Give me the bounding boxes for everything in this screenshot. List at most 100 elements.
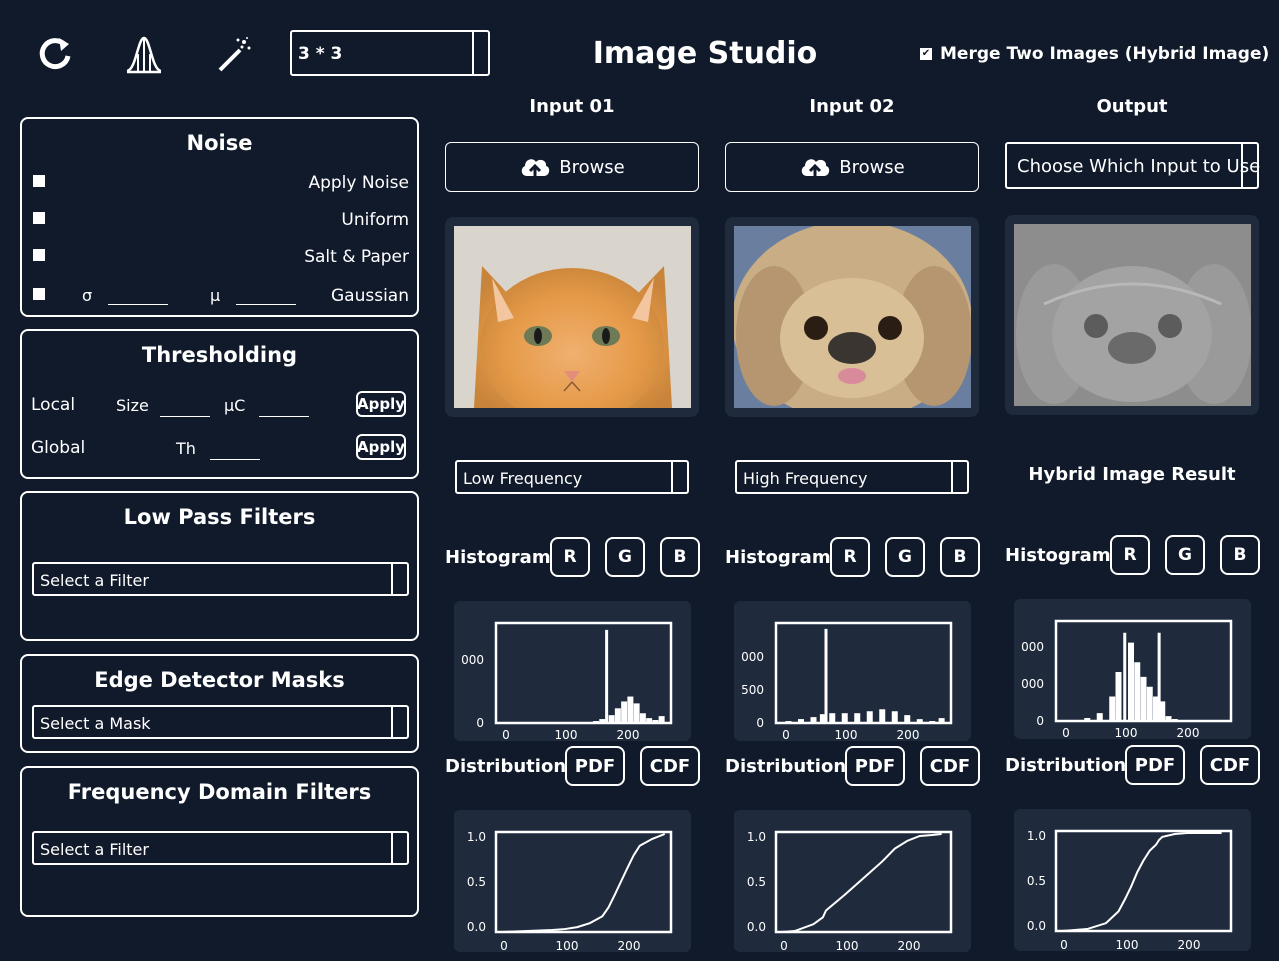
gaussian-checkbox[interactable] xyxy=(33,288,45,300)
y-tick-label: 0.0 xyxy=(747,920,766,934)
hybrid-result-label: Hybrid Image Result xyxy=(1028,464,1236,485)
freq-domain-title: Frequency Domain Filters xyxy=(67,780,372,804)
global-label: Global xyxy=(31,438,86,458)
edge-detector-title: Edge Detector Masks xyxy=(94,668,345,692)
y-tick-label: 0 xyxy=(756,716,764,730)
output-r-button[interactable]: R xyxy=(1110,535,1150,575)
input1-cdf-button[interactable]: CDF xyxy=(640,746,700,786)
local-label: Local xyxy=(31,395,76,415)
select-divider xyxy=(391,564,393,594)
x-tick-label: 0 xyxy=(780,939,788,952)
y-tick-label: 1.0 xyxy=(467,830,486,844)
local-apply-button[interactable]: Apply xyxy=(356,391,406,417)
edge-mask-select[interactable]: Select a Mask xyxy=(32,705,409,739)
input1-distribution-label: Distribution xyxy=(445,756,567,777)
y-tick-label: 0.5 xyxy=(1027,874,1046,888)
browse-label: Browse xyxy=(559,156,625,178)
input2-histogram-plot: 0 500 000 0 100 200 xyxy=(734,601,971,741)
magic-wand-icon[interactable] xyxy=(212,32,256,76)
sigma-input[interactable] xyxy=(108,304,168,305)
output-distribution-label: Distribution xyxy=(1005,755,1127,776)
x-tick-label: 0 xyxy=(502,728,510,741)
input2-b-button[interactable]: B xyxy=(940,537,980,577)
global-apply-button[interactable]: Apply xyxy=(356,434,406,460)
input1-pdf-button[interactable]: PDF xyxy=(565,746,625,786)
input1-b-button[interactable]: B xyxy=(660,537,700,577)
y-tick-label: 000 xyxy=(741,650,764,664)
input1-histogram-plot: 0 000 0 100 200 xyxy=(454,601,691,741)
output-source-select[interactable]: Choose Which Input to Use xyxy=(1005,142,1261,189)
browse-label: Browse xyxy=(839,156,905,178)
kitten-image xyxy=(454,226,691,408)
uniform-label: Uniform xyxy=(341,210,409,230)
checkbox-checked-icon[interactable]: ✔ xyxy=(920,48,932,60)
edge-mask-select-value: Select a Mask xyxy=(40,714,151,733)
input1-cdf-plot: 0.0 0.5 1.0 0 100 200 xyxy=(454,810,691,952)
output-header: Output xyxy=(1096,96,1168,117)
y-tick-label: 0.5 xyxy=(467,875,486,889)
th-input[interactable] xyxy=(210,459,260,460)
y-tick-label: 1.0 xyxy=(1027,829,1046,843)
input1-browse-button[interactable]: Browse xyxy=(445,142,699,192)
sigma-label: σ xyxy=(82,286,93,305)
th-label: Th xyxy=(176,439,196,458)
input1-frequency-select[interactable]: Low Frequency xyxy=(455,460,689,494)
input2-distribution-label: Distribution xyxy=(725,756,847,777)
refresh-icon[interactable] xyxy=(33,32,77,76)
thresholding-panel: Thresholding Local Size μC Apply Global … xyxy=(20,329,419,479)
salt-pepper-checkbox[interactable] xyxy=(33,249,45,261)
output-g-button[interactable]: G xyxy=(1165,535,1205,575)
y-tick-label: 0.5 xyxy=(747,875,766,889)
y-tick-label: 0.0 xyxy=(1027,919,1046,933)
uc-input[interactable] xyxy=(259,416,309,417)
output-b-button[interactable]: B xyxy=(1220,535,1260,575)
low-pass-select[interactable]: Select a Filter xyxy=(32,562,409,596)
x-tick-label: 200 xyxy=(618,939,641,952)
y-tick-label: 1.0 xyxy=(747,830,766,844)
output-pdf-button[interactable]: PDF xyxy=(1125,745,1185,785)
y-tick-label: 0.0 xyxy=(467,920,486,934)
salt-pepper-label: Salt & Paper xyxy=(304,247,409,267)
input2-r-button[interactable]: R xyxy=(830,537,870,577)
x-tick-label: 200 xyxy=(1177,726,1200,739)
output-cdf-button[interactable]: CDF xyxy=(1200,745,1260,785)
y-tick-label: 000 xyxy=(1021,640,1044,654)
select-divider xyxy=(1241,144,1243,187)
size-input[interactable] xyxy=(160,416,210,417)
merge-checkbox[interactable]: ✔ Merge Two Images (Hybrid Image) xyxy=(920,44,1269,64)
noise-panel: Noise Apply Noise Uniform Salt & Paper σ… xyxy=(20,117,419,317)
freq-domain-select[interactable]: Select a Filter xyxy=(32,831,409,865)
mu-input[interactable] xyxy=(236,304,296,305)
input2-g-button[interactable]: G xyxy=(885,537,925,577)
hybrid-image xyxy=(1014,224,1251,406)
noise-title: Noise xyxy=(186,131,253,155)
output-source-value: Choose Which Input to Use xyxy=(1017,156,1261,177)
histogram-curve-icon[interactable] xyxy=(122,32,166,76)
x-tick-label: 100 xyxy=(1115,726,1138,739)
y-tick-label: 000 xyxy=(461,653,484,667)
output-image-frame xyxy=(1005,215,1259,415)
x-tick-label: 100 xyxy=(556,939,579,952)
input1-g-button[interactable]: G xyxy=(605,537,645,577)
select-divider xyxy=(391,707,393,737)
gaussian-label: Gaussian xyxy=(331,286,409,306)
input1-r-button[interactable]: R xyxy=(550,537,590,577)
size-label: Size xyxy=(116,396,149,415)
uc-label: μC xyxy=(224,396,246,415)
input2-pdf-button[interactable]: PDF xyxy=(845,746,905,786)
input2-browse-button[interactable]: Browse xyxy=(725,142,979,192)
x-tick-label: 200 xyxy=(617,728,640,741)
thresholding-title: Thresholding xyxy=(141,343,298,367)
x-tick-label: 100 xyxy=(835,728,858,741)
uniform-checkbox[interactable] xyxy=(33,212,45,224)
y-tick-label: 500 xyxy=(741,683,764,697)
input2-frequency-select[interactable]: High Frequency xyxy=(735,460,969,494)
kernel-size-select[interactable]: 3 * 3 xyxy=(290,30,490,76)
edge-detector-panel: Edge Detector Masks Select a Mask xyxy=(20,654,419,753)
x-tick-label: 100 xyxy=(555,728,578,741)
input2-frequency-value: High Frequency xyxy=(743,469,868,488)
low-pass-select-value: Select a Filter xyxy=(40,571,149,590)
apply-noise-label: Apply Noise xyxy=(308,173,409,193)
input2-cdf-button[interactable]: CDF xyxy=(920,746,980,786)
apply-noise-checkbox[interactable] xyxy=(33,175,45,187)
